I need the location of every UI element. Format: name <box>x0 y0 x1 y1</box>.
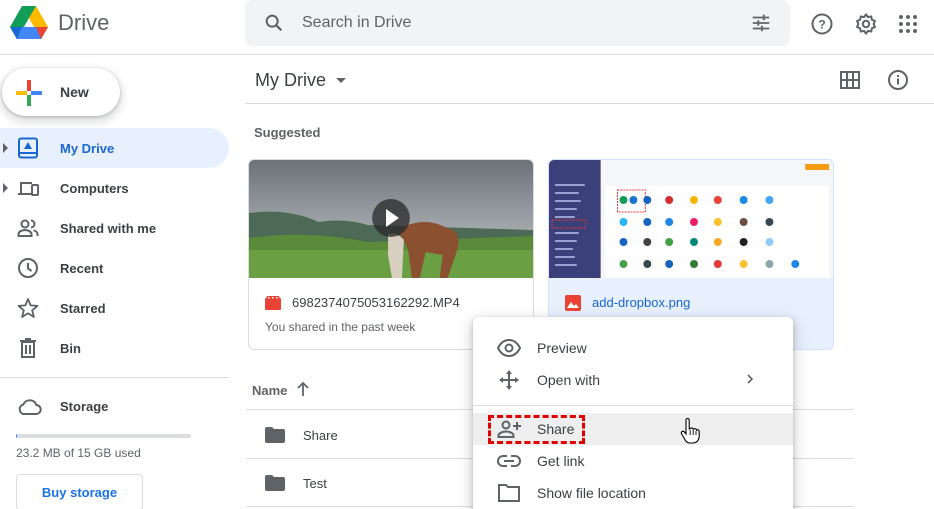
video-file-icon <box>265 295 281 311</box>
expand-caret-icon[interactable] <box>3 143 8 153</box>
drive-logo-icon[interactable] <box>10 6 48 40</box>
sidebar-item-label: Recent <box>60 261 103 276</box>
sidebar-item-bin[interactable]: Bin <box>0 328 229 368</box>
menu-item-get-link[interactable]: Get link <box>473 445 793 477</box>
settings-icon[interactable] <box>854 12 878 36</box>
search-input[interactable]: Search in Drive <box>302 14 411 32</box>
image-thumbnail <box>549 160 833 278</box>
menu-item-label: Show file location <box>537 485 646 501</box>
menu-item-show-file-location[interactable]: Show file location <box>473 477 793 509</box>
column-name[interactable]: Name <box>252 383 287 398</box>
sidebar-item-label: Bin <box>60 341 81 356</box>
buy-storage-label: Buy storage <box>17 485 142 500</box>
sidebar-item-shared-with-me[interactable]: Shared with me <box>0 208 229 248</box>
page-title[interactable]: My Drive <box>255 70 326 91</box>
storage-used-text: 23.2 MB of 15 GB used <box>16 446 141 460</box>
dropdown-caret-icon[interactable] <box>336 78 346 83</box>
search-icon[interactable] <box>263 12 285 34</box>
storage-progress-bar <box>16 434 191 438</box>
buy-storage-button[interactable]: Buy storage <box>16 474 143 509</box>
sidebar-item-label: My Drive <box>60 141 114 156</box>
svg-text:?: ? <box>818 18 825 32</box>
menu-item-preview[interactable]: Preview <box>473 332 793 364</box>
sidebar-divider <box>0 377 229 378</box>
sidebar-item-computers[interactable]: Computers <box>0 168 229 208</box>
shared-icon <box>17 217 39 239</box>
video-thumbnail <box>249 160 533 278</box>
context-menu: Preview Open with Share Get link Show fi… <box>473 317 793 509</box>
search-bar[interactable]: Search in Drive <box>245 0 790 46</box>
share-highlight-annotation <box>488 415 585 444</box>
open-with-icon <box>497 370 521 390</box>
tune-icon[interactable] <box>750 12 772 34</box>
sidebar-item-starred[interactable]: Starred <box>0 288 229 328</box>
cloud-icon <box>16 396 42 418</box>
menu-item-label: Preview <box>537 340 587 356</box>
main-toolbar: My Drive <box>245 56 934 104</box>
help-icon[interactable]: ? <box>810 12 834 36</box>
sidebar-item-label: Computers <box>60 181 129 196</box>
top-bar: Drive Search in Drive ? <box>0 0 934 55</box>
star-icon <box>17 297 39 319</box>
folder-icon <box>265 427 285 443</box>
file-name: add-dropbox.png <box>592 295 690 310</box>
sidebar-item-recent[interactable]: Recent <box>0 248 229 288</box>
file-row-name: Share <box>303 428 338 443</box>
trash-icon <box>17 337 39 359</box>
new-button-label: New <box>60 84 89 100</box>
grid-view-icon[interactable] <box>840 71 860 89</box>
hand-cursor-icon <box>680 418 700 444</box>
sidebar-item-my-drive[interactable]: My Drive <box>0 128 229 168</box>
image-file-icon <box>565 295 581 311</box>
my-drive-icon <box>17 137 39 159</box>
storage-label[interactable]: Storage <box>60 399 108 414</box>
folder-outline-icon <box>497 483 521 503</box>
menu-item-label: Get link <box>537 453 584 469</box>
apps-icon[interactable] <box>896 12 920 36</box>
plus-icon <box>16 80 42 106</box>
sidebar-item-label: Shared with me <box>60 221 156 236</box>
chevron-right-icon <box>745 372 755 386</box>
suggested-heading: Suggested <box>254 125 320 140</box>
clock-icon <box>17 257 39 279</box>
file-row-name: Test <box>303 476 327 491</box>
eye-icon <box>497 338 521 358</box>
sidebar-item-label: Starred <box>60 301 106 316</box>
file-name: 6982374075053162292.MP4 <box>292 295 460 310</box>
new-button[interactable]: New <box>2 68 120 116</box>
link-icon <box>497 451 521 471</box>
brand-name: Drive <box>58 10 109 36</box>
folder-icon <box>265 475 285 491</box>
expand-caret-icon[interactable] <box>3 183 8 193</box>
file-subtitle: You shared in the past week <box>265 320 415 334</box>
storage-progress-fill <box>16 434 17 438</box>
info-icon[interactable] <box>887 69 909 91</box>
menu-item-open-with[interactable]: Open with <box>473 364 793 396</box>
sidebar-nav: My Drive Computers Shared with me Recent… <box>0 128 229 368</box>
sort-ascending-icon[interactable] <box>296 380 310 398</box>
computers-icon <box>17 177 39 199</box>
menu-divider <box>473 405 793 406</box>
menu-item-label: Open with <box>537 372 600 388</box>
